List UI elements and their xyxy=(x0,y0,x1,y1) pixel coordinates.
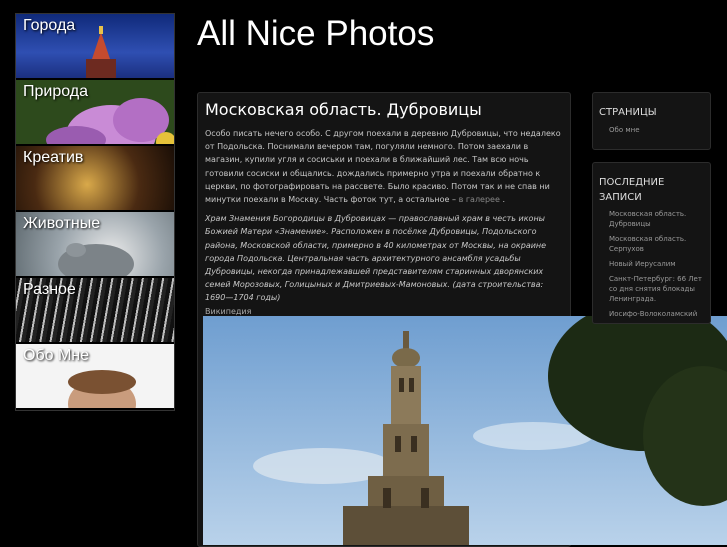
recent-post-item[interactable]: Московская область. Серпухов xyxy=(609,234,709,254)
nav-label-cities: Города xyxy=(23,17,76,34)
post-quote: Храм Знамения Богородицы в Дубровицах — … xyxy=(205,214,547,303)
recent-post-item[interactable]: Новый Иерусалим xyxy=(609,259,709,269)
post-intro: Особо писать нечего особо. С другом поех… xyxy=(205,129,561,205)
post-body: Особо писать нечего особо. С другом поех… xyxy=(205,127,561,324)
nav-item-nature[interactable]: Природа xyxy=(16,80,174,146)
pages-heading: СТРАНИЦЫ xyxy=(599,107,657,118)
recent-posts-widget: ПОСЛЕДНИЕ ЗАПИСИ Московская область. Дуб… xyxy=(592,162,711,324)
nav-item-about[interactable]: Обо Мне xyxy=(16,344,174,410)
church-photo xyxy=(203,316,727,545)
site-title[interactable]: All Nice Photos xyxy=(197,14,434,54)
post-title[interactable]: Московская область. Дубровицы xyxy=(205,100,482,119)
post-intro-paragraph: Особо писать нечего особо. С другом поех… xyxy=(205,129,561,205)
nav-item-misc[interactable]: Разное xyxy=(16,278,174,344)
post-quote-paragraph: Храм Знамения Богородицы в Дубровицах — … xyxy=(205,212,561,318)
gallery-link[interactable]: в галерее xyxy=(459,195,500,204)
nav-label-nature: Природа xyxy=(23,83,89,100)
category-nav: Города Природа Креатив Животные Разное О… xyxy=(15,13,175,411)
nav-label-about: Обо Мне xyxy=(23,347,90,364)
recent-post-item[interactable]: Иосифо-Волоколамский xyxy=(609,309,709,319)
pages-item-about[interactable]: Обо мне xyxy=(609,125,640,135)
pages-widget: СТРАНИЦЫ Обо мне xyxy=(592,92,711,150)
nav-item-creative[interactable]: Креатив xyxy=(16,146,174,212)
recent-posts-list: Московская область. Дубровицы Московская… xyxy=(609,209,709,323)
pages-list: Обо мне xyxy=(609,125,640,140)
nav-label-misc: Разное xyxy=(23,281,76,298)
nav-item-cities[interactable]: Города xyxy=(16,14,174,80)
church-photo-illustration xyxy=(203,316,727,545)
recent-post-item[interactable]: Санкт-Петербург: 66 Лет со дня снятия бл… xyxy=(609,274,709,304)
recent-posts-heading: ПОСЛЕДНИЕ ЗАПИСИ xyxy=(599,177,665,203)
nav-label-animals: Животные xyxy=(23,215,101,232)
nav-label-creative: Креатив xyxy=(23,149,84,166)
recent-post-item[interactable]: Московская область. Дубровицы xyxy=(609,209,709,229)
post-source: Википедия xyxy=(205,306,252,316)
nav-item-animals[interactable]: Животные xyxy=(16,212,174,278)
